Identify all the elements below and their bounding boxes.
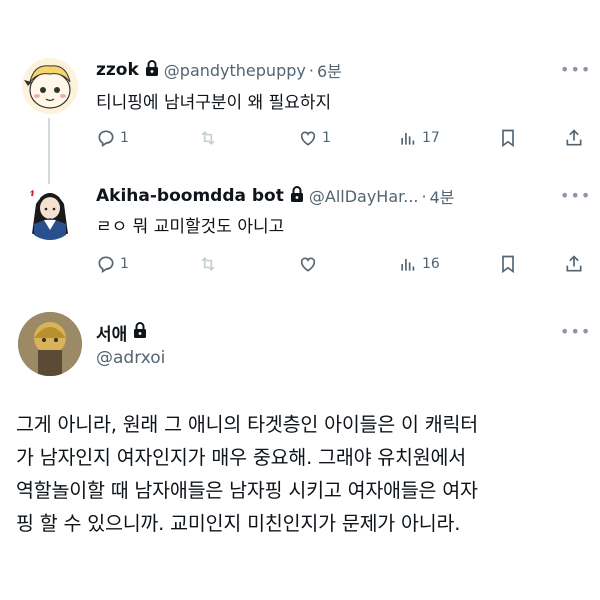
tweet-text: 티니핑에 남녀구분이 왜 필요하지 (96, 93, 332, 113)
share-button[interactable] (564, 128, 584, 148)
retweet-icon (201, 130, 215, 146)
tweet-2[interactable]: Akiha-boomdda bot @AllDayHar... · 4분 •••… (0, 172, 600, 292)
more-icon[interactable]: ••• (560, 322, 591, 341)
tweet-header: Akiha-boomdda bot @AllDayHar... · 4분 (96, 184, 455, 208)
lock-icon (145, 59, 159, 81)
share-icon (566, 255, 582, 272)
avatar[interactable] (18, 312, 82, 376)
avatar[interactable] (22, 58, 78, 114)
reply-icon (98, 130, 114, 148)
reply-button[interactable]: 1 (96, 254, 129, 274)
views-count: 17 (422, 130, 440, 146)
views-button[interactable]: 16 (398, 254, 440, 274)
share-icon (566, 129, 582, 146)
bookmark-button[interactable] (498, 254, 518, 274)
retweet-button[interactable] (198, 128, 218, 148)
tweet-1[interactable]: zzok @pandythepuppy · 6분 ••• 티니핑에 남녀구분이 … (0, 0, 600, 186)
bookmark-button[interactable] (498, 128, 518, 148)
action-bar: 1 16 (96, 252, 586, 276)
display-name[interactable]: zzok (96, 60, 139, 80)
reply-count: 1 (120, 256, 129, 272)
reply-icon (98, 256, 114, 274)
more-icon[interactable]: ••• (560, 60, 591, 79)
avatar[interactable] (22, 184, 78, 240)
display-name[interactable]: Akiha-boomdda bot (96, 186, 284, 206)
retweet-icon (201, 256, 215, 272)
retweet-button[interactable] (198, 254, 218, 274)
handle[interactable]: @AllDayHar... (309, 187, 419, 206)
separator: · (421, 186, 427, 206)
bookmark-icon (502, 129, 514, 148)
tweet-text: ㄹㅇ 뭐 교미할것도 아니고 (96, 217, 285, 237)
text-line: 역할놀이할 때 남자애들은 남자핑 시키고 여자애들은 여자 (16, 479, 478, 502)
like-count: 1 (322, 130, 331, 146)
timestamp[interactable]: 4분 (430, 184, 455, 208)
reply-button[interactable]: 1 (96, 128, 129, 148)
views-icon (401, 259, 415, 271)
share-button[interactable] (564, 254, 584, 274)
text-line: 가 남자인지 여자인지가 매우 중요해. 그래야 유치원에서 (16, 446, 467, 469)
handle[interactable]: @adrxoi (96, 348, 165, 368)
main-tweet-text: 그게 아니라, 원래 그 애니의 타겟층인 아이들은 이 캐릭터 가 남자인지 … (16, 408, 586, 540)
bookmark-icon (502, 255, 514, 274)
reply-count: 1 (120, 130, 129, 146)
views-count: 16 (422, 256, 440, 272)
text-line: 핑 할 수 있으니까. 교미인지 미친인지가 문제가 아니라. (16, 512, 461, 535)
like-button[interactable]: 1 (298, 128, 331, 148)
like-button[interactable] (298, 254, 318, 274)
lock-icon (133, 322, 147, 343)
views-icon (401, 133, 415, 145)
text-line: 그게 아니라, 원래 그 애니의 타겟층인 아이들은 이 캐릭터 (16, 413, 479, 436)
display-name[interactable]: 서애 (96, 320, 127, 345)
handle[interactable]: @pandythepuppy (164, 61, 306, 80)
like-icon (300, 257, 316, 272)
tweet-header: 서애 (96, 320, 152, 345)
timestamp[interactable]: 6분 (317, 58, 342, 82)
like-icon (300, 131, 316, 146)
views-button[interactable]: 17 (398, 128, 440, 148)
action-bar: 1 1 17 (96, 126, 586, 150)
lock-icon (290, 185, 304, 207)
tweet-header: zzok @pandythepuppy · 6분 (96, 58, 342, 82)
separator: · (308, 60, 314, 80)
more-icon[interactable]: ••• (560, 186, 591, 205)
